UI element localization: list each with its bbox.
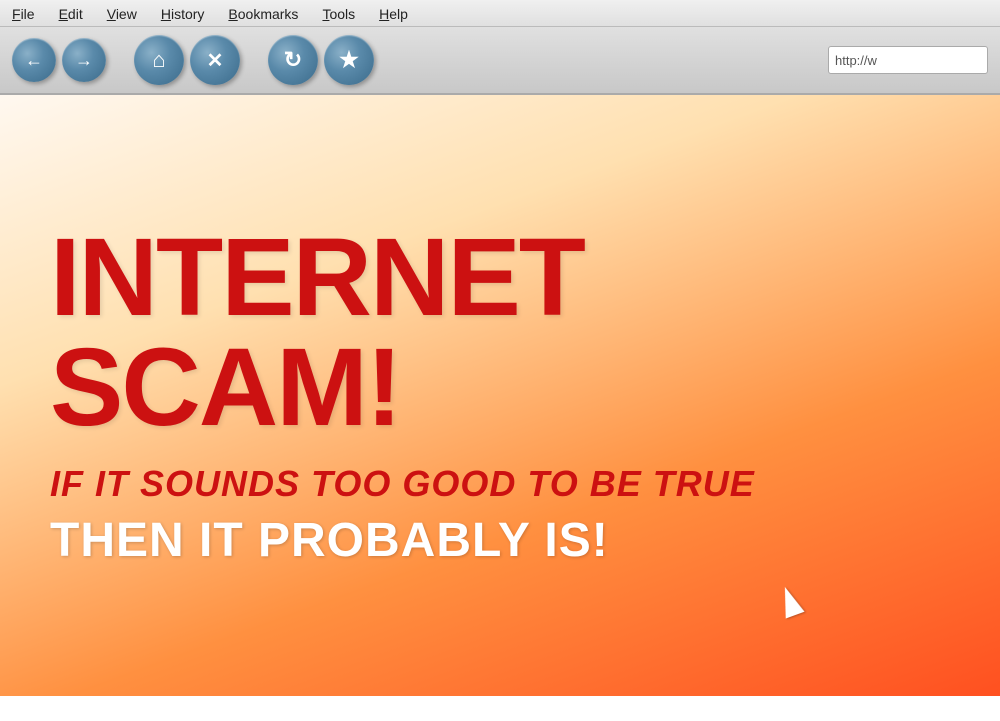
- toolbar: ← → ⌂ ✕ ↻ ★ http://w: [0, 27, 1000, 93]
- refresh-icon: ↻: [284, 47, 302, 73]
- bookmark-button[interactable]: ★: [324, 35, 374, 85]
- browser-chrome: File Edit View History Bookmarks Tools H…: [0, 0, 1000, 95]
- headline: INTERNET SCAM!: [50, 223, 950, 443]
- cursor-icon: [775, 583, 804, 618]
- tagline: THEN IT PROBABLY IS!: [50, 513, 950, 568]
- forward-button[interactable]: →: [62, 38, 106, 82]
- refresh-button[interactable]: ↻: [268, 35, 318, 85]
- stop-button[interactable]: ✕: [190, 35, 240, 85]
- subheadline: IF IT SOUNDS TOO GOOD TO BE TRUE: [50, 463, 950, 505]
- menu-tools[interactable]: Tools: [322, 6, 355, 22]
- page-content: INTERNET SCAM! IF IT SOUNDS TOO GOOD TO …: [0, 95, 1000, 696]
- star-icon: ★: [339, 47, 359, 73]
- home-icon: ⌂: [152, 47, 165, 73]
- menu-file[interactable]: File: [12, 6, 35, 22]
- menu-history[interactable]: History: [161, 6, 205, 22]
- address-area: http://w: [828, 46, 988, 74]
- stop-icon: ✕: [207, 48, 224, 73]
- home-button[interactable]: ⌂: [134, 35, 184, 85]
- address-bar[interactable]: http://w: [828, 46, 988, 74]
- menu-bar: File Edit View History Bookmarks Tools H…: [0, 0, 1000, 27]
- menu-edit[interactable]: Edit: [59, 6, 83, 22]
- back-button[interactable]: ←: [12, 38, 56, 82]
- address-text: http://w: [835, 53, 877, 68]
- menu-help[interactable]: Help: [379, 6, 408, 22]
- menu-bookmarks[interactable]: Bookmarks: [228, 6, 298, 22]
- menu-view[interactable]: View: [107, 6, 137, 22]
